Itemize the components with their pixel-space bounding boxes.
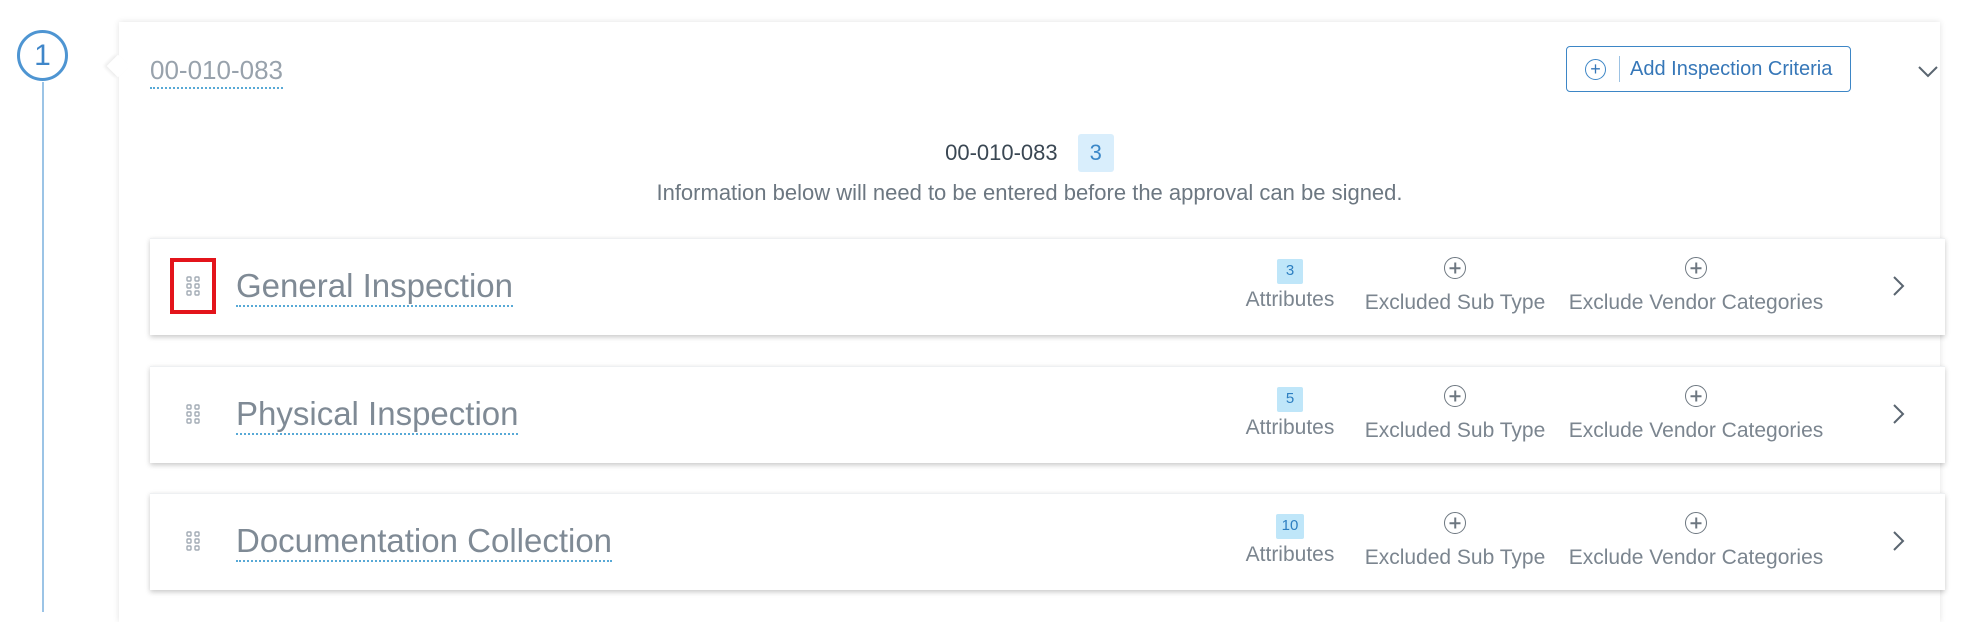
exclude-vendor-categories[interactable]: Exclude Vendor Categories	[1565, 257, 1827, 315]
chevron-right-icon[interactable]	[1887, 401, 1909, 427]
drag-handle-icon[interactable]	[170, 258, 216, 314]
plus-circle-icon: +	[1585, 58, 1606, 80]
attributes-count[interactable]: 5 Attributes	[1235, 385, 1345, 440]
attributes-count[interactable]: 10 Attributes	[1235, 512, 1345, 567]
attributes-count-badge: 5	[1277, 387, 1303, 412]
summary-id: 00-010-083	[945, 140, 1058, 166]
attributes-count-badge: 3	[1277, 259, 1303, 284]
step-timeline-line	[42, 82, 44, 612]
button-divider	[1619, 56, 1620, 82]
row-title[interactable]: General Inspection	[236, 267, 514, 307]
attributes-label: Attributes	[1245, 415, 1335, 439]
drag-handle-icon[interactable]	[170, 513, 216, 569]
criteria-row-general-inspection[interactable]: General Inspection 3 Attributes Excluded…	[150, 238, 1945, 335]
exclude-vendor-categories-label: Exclude Vendor Categories	[1568, 419, 1824, 442]
chevron-right-icon[interactable]	[1887, 528, 1909, 554]
plus-circle-icon[interactable]	[1444, 512, 1466, 534]
attributes-label: Attributes	[1245, 542, 1335, 566]
plus-circle-icon[interactable]	[1685, 512, 1707, 534]
attributes-count[interactable]: 3 Attributes	[1235, 257, 1345, 312]
chevron-right-icon[interactable]	[1887, 273, 1909, 299]
summary-count-badge: 3	[1077, 134, 1114, 173]
drag-handle-icon[interactable]	[170, 386, 216, 442]
plus-circle-icon[interactable]	[1444, 385, 1466, 407]
attributes-count-badge: 10	[1275, 514, 1305, 539]
add-inspection-criteria-button[interactable]: + Add Inspection Criteria	[1566, 46, 1851, 92]
row-title[interactable]: Documentation Collection	[236, 522, 613, 562]
card-pointer	[106, 54, 130, 78]
excluded-sub-type-label: Excluded Sub Type	[1364, 291, 1546, 314]
criteria-row-documentation-collection[interactable]: Documentation Collection 10 Attributes E…	[150, 493, 1945, 590]
plus-circle-icon[interactable]	[1685, 257, 1707, 279]
excluded-sub-type[interactable]: Excluded Sub Type	[1360, 385, 1550, 443]
add-inspection-criteria-label: Add Inspection Criteria	[1630, 57, 1833, 80]
attributes-label: Attributes	[1245, 287, 1335, 311]
excluded-sub-type[interactable]: Excluded Sub Type	[1360, 257, 1550, 315]
excluded-sub-type[interactable]: Excluded Sub Type	[1360, 512, 1550, 570]
exclude-vendor-categories[interactable]: Exclude Vendor Categories	[1565, 512, 1827, 570]
plus-circle-icon[interactable]	[1685, 385, 1707, 407]
card-title[interactable]: 00-010-083	[150, 55, 283, 89]
summary: 00-010-083 3 Information below will need…	[119, 134, 1940, 206]
criteria-row-physical-inspection[interactable]: Physical Inspection 5 Attributes Exclude…	[150, 366, 1945, 463]
excluded-sub-type-label: Excluded Sub Type	[1364, 546, 1546, 569]
excluded-sub-type-label: Excluded Sub Type	[1364, 419, 1546, 442]
step-number-indicator: 1	[17, 30, 68, 81]
exclude-vendor-categories-label: Exclude Vendor Categories	[1568, 546, 1824, 569]
row-title[interactable]: Physical Inspection	[236, 395, 519, 435]
plus-circle-icon[interactable]	[1444, 257, 1466, 279]
summary-note: Information below will need to be entere…	[656, 180, 1403, 206]
exclude-vendor-categories-label: Exclude Vendor Categories	[1568, 291, 1824, 314]
exclude-vendor-categories[interactable]: Exclude Vendor Categories	[1565, 385, 1827, 443]
chevron-down-icon[interactable]	[1916, 59, 1940, 83]
